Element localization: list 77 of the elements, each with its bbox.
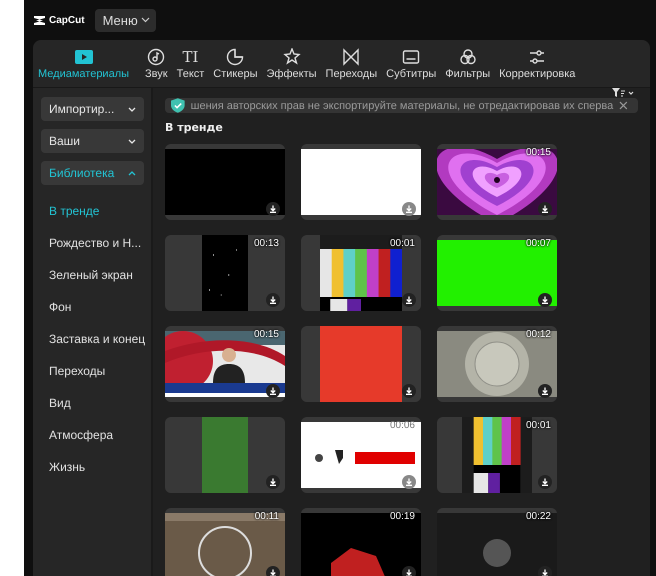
logo-icon [33, 14, 46, 26]
media-card[interactable]: 00:19 [301, 508, 421, 576]
download-icon[interactable] [266, 384, 280, 398]
tab[interactable]: Звук [142, 47, 171, 81]
category-item[interactable]: В тренде [41, 195, 151, 227]
duration-label: 00:06 [390, 420, 415, 431]
dropdown-button[interactable]: Импортир... [41, 97, 144, 121]
media-card[interactable]: 00:15 [437, 144, 557, 220]
tab[interactable]: Субтитры [383, 47, 440, 81]
duration-label: 00:15 [526, 147, 551, 158]
media-card[interactable]: 00:13 [165, 235, 285, 311]
text-icon: TI [182, 48, 198, 66]
media-card[interactable]: 00:01 [437, 417, 557, 493]
duration-label: 00:07 [526, 238, 551, 249]
media-card[interactable]: 00:15 [165, 326, 285, 402]
caret-icon [140, 17, 150, 23]
download-icon[interactable] [402, 384, 416, 398]
section-title: В тренде [165, 121, 224, 134]
category-item[interactable]: Рождество и Н... [41, 227, 151, 259]
tab[interactable]: TI Текст [174, 47, 208, 81]
sticker-icon [226, 48, 244, 66]
filter-icon[interactable] [612, 88, 634, 98]
trefoil-icon [458, 48, 477, 66]
duration-label: 00:19 [390, 511, 415, 522]
dropdown-button[interactable]: Библиотека [41, 161, 144, 185]
duration-label: 00:22 [526, 511, 551, 522]
tab[interactable]: Стикеры [210, 47, 261, 81]
media-card[interactable]: 00:11 [165, 508, 285, 576]
duration-label: 00:01 [526, 420, 551, 431]
music-note-icon [147, 48, 166, 66]
duration-label: 00:15 [254, 329, 279, 340]
download-icon[interactable] [402, 566, 416, 576]
category-item[interactable]: Переходы [41, 355, 151, 387]
shield-check-icon [171, 98, 185, 113]
caret-icon [128, 106, 136, 112]
download-icon[interactable] [402, 293, 416, 307]
tab[interactable]: Эффекты [264, 47, 320, 81]
category-item[interactable]: Жизнь [41, 451, 151, 483]
media-card[interactable]: 00:22 [437, 508, 557, 576]
download-icon[interactable] [538, 202, 552, 216]
subtitles-icon [402, 48, 420, 66]
download-icon[interactable] [538, 384, 552, 398]
media-card[interactable]: 00:01 [301, 235, 421, 311]
sparkle-star-icon [282, 48, 301, 66]
download-icon[interactable] [538, 293, 552, 307]
bowtie-icon [342, 48, 360, 66]
dropdown-button[interactable]: Ваши [41, 129, 144, 153]
media-card[interactable]: 00:06 [301, 417, 421, 493]
download-icon[interactable] [402, 202, 416, 216]
download-icon[interactable] [402, 475, 416, 489]
duration-label: 00:01 [390, 238, 415, 249]
category-item[interactable]: Заставка и конец [41, 323, 151, 355]
tab[interactable]: Переходы [322, 47, 380, 81]
menu-button[interactable]: Меню [94, 8, 156, 32]
category-item[interactable]: Атмосфера [41, 419, 151, 451]
app-name: CapCut [49, 14, 85, 26]
tab[interactable]: Корректировка [496, 47, 578, 81]
caret-icon [128, 138, 136, 144]
duration-label: 00:11 [254, 511, 279, 522]
download-icon[interactable] [266, 475, 280, 489]
download-icon[interactable] [266, 202, 280, 216]
download-icon[interactable] [266, 293, 280, 307]
sliders-icon [528, 48, 546, 66]
download-icon[interactable] [538, 566, 552, 576]
tab[interactable]: Медиаматериалы [35, 47, 132, 81]
duration-label: 00:12 [526, 329, 551, 340]
notice-text: шения авторских прав не экспортируйте материалы, не отредактировав их сперва [190, 100, 614, 112]
category-item[interactable]: Фон [41, 291, 151, 323]
category-item[interactable]: Вид [41, 387, 151, 419]
duration-label: 00:13 [254, 238, 279, 249]
caret-icon [128, 170, 136, 176]
download-icon[interactable] [538, 475, 552, 489]
close-icon[interactable] [619, 101, 628, 110]
category-item[interactable]: Зеленый экран [41, 259, 151, 291]
play-icon [74, 50, 93, 64]
download-icon[interactable] [266, 566, 280, 576]
tab[interactable]: Фильтры [442, 47, 494, 81]
